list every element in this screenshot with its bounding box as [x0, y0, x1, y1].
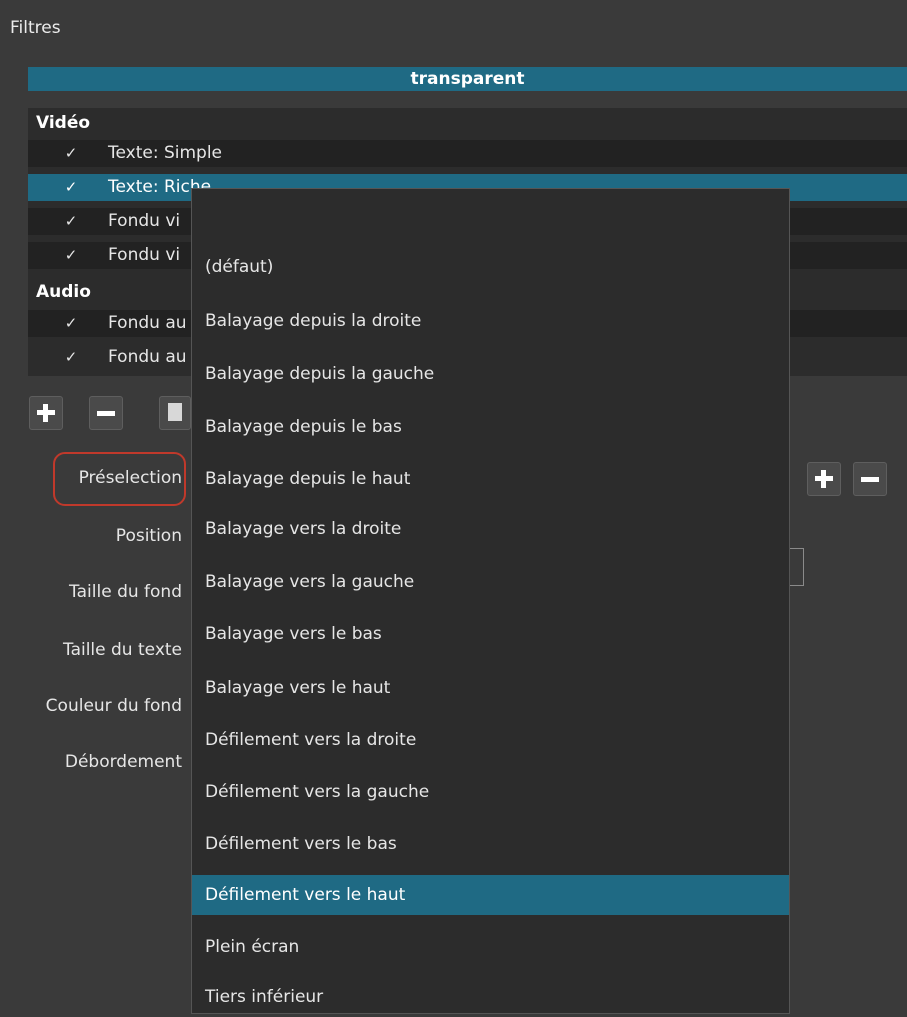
dropdown-item[interactable]: Balayage vers le bas [192, 614, 789, 654]
background-size-label: Taille du fond [69, 582, 182, 602]
text-size-label: Taille du texte [63, 640, 182, 660]
dropdown-item[interactable]: Balayage vers la gauche [192, 562, 789, 602]
position-label: Position [115, 526, 182, 546]
dropdown-item[interactable]: Défilement vers le bas [192, 824, 789, 864]
filters-panel-title: Filtres [10, 18, 61, 38]
minus-icon [861, 476, 879, 482]
add-preset-button[interactable] [807, 462, 841, 496]
filter-name: Fondu au [108, 313, 187, 333]
dropdown-item[interactable]: (défaut) [192, 247, 789, 287]
copy-filter-button[interactable] [159, 396, 191, 430]
dropdown-item[interactable]: Balayage depuis le haut [192, 459, 789, 499]
filter-row[interactable]: ✓ Texte: Simple [28, 140, 907, 167]
dropdown-item[interactable]: Balayage depuis le bas [192, 407, 789, 447]
filter-enabled-checkbox[interactable]: ✓ [61, 140, 81, 167]
overflow-label: Débordement [64, 752, 182, 772]
dropdown-item-highlighted[interactable]: Défilement vers le haut [192, 875, 789, 915]
filter-name: Fondu vi [108, 245, 181, 265]
filter-enabled-checkbox[interactable]: ✓ [61, 208, 81, 235]
add-filter-button[interactable] [29, 396, 63, 430]
dropdown-item[interactable]: Balayage depuis la droite [192, 301, 789, 341]
dropdown-item[interactable]: Balayage vers le haut [192, 668, 789, 708]
filter-name: Fondu au [108, 347, 187, 367]
filter-name: Fondu vi [108, 211, 181, 231]
filter-enabled-checkbox[interactable]: ✓ [61, 310, 81, 337]
dropdown-item[interactable]: Balayage depuis la gauche [192, 354, 789, 394]
group-header-video: Vidéo [36, 113, 91, 133]
filter-name: Texte: Simple [108, 143, 223, 163]
dropdown-item[interactable]: Plein écran [192, 927, 789, 967]
plus-icon [815, 470, 833, 488]
filter-enabled-checkbox[interactable]: ✓ [61, 174, 81, 201]
remove-filter-button[interactable] [89, 396, 123, 430]
dropdown-item[interactable]: Défilement vers la droite [192, 720, 789, 760]
copy-icon [168, 403, 182, 421]
group-header-audio: Audio [36, 282, 91, 302]
dropdown-item[interactable]: Tiers inférieur [192, 977, 789, 1017]
clip-name-bar: transparent [28, 67, 907, 91]
background-color-label: Couleur du fond [45, 696, 182, 716]
preset-label: Préselection [78, 468, 182, 488]
remove-preset-button[interactable] [853, 462, 887, 496]
preset-dropdown-list[interactable]: (défaut) Balayage depuis la droite Balay… [191, 188, 790, 1014]
position-spinbox-edge[interactable] [790, 548, 804, 586]
filter-enabled-checkbox[interactable]: ✓ [61, 344, 81, 371]
plus-icon [37, 404, 55, 422]
dropdown-item[interactable]: Défilement vers la gauche [192, 772, 789, 812]
dropdown-item[interactable]: Balayage vers la droite [192, 509, 789, 549]
filter-enabled-checkbox[interactable]: ✓ [61, 242, 81, 269]
minus-icon [97, 410, 115, 416]
